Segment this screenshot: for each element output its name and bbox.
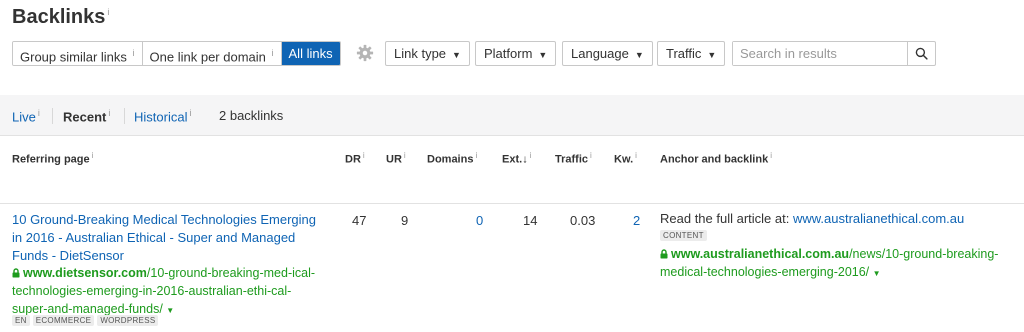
page-title-text: Backlinks: [12, 6, 106, 28]
anchor-link[interactable]: www.australianethical.com.au: [793, 211, 964, 226]
referring-domain: www.dietsensor.com: [23, 266, 147, 280]
caret-down-icon: ▼: [634, 50, 644, 60]
info-icon[interactable]: i: [363, 151, 365, 160]
cell-dr: 47: [352, 213, 367, 228]
info-icon[interactable]: i: [189, 108, 191, 118]
info-icon[interactable]: i: [475, 151, 477, 160]
cell-ext: 14: [523, 213, 538, 228]
info-icon[interactable]: i: [133, 48, 135, 58]
info-icon[interactable]: i: [770, 151, 772, 160]
info-icon[interactable]: i: [635, 151, 637, 160]
column-header-domains[interactable]: Domains i: [427, 151, 477, 166]
info-icon[interactable]: i: [530, 151, 532, 160]
column-header-traffic[interactable]: Traffic i: [555, 151, 592, 166]
column-label: Referring page: [12, 153, 90, 166]
traffic-label: Traffic: [666, 46, 702, 61]
language-label: Language: [571, 46, 629, 61]
tab-live-label: Live: [12, 109, 36, 125]
info-icon[interactable]: i: [590, 151, 592, 160]
caret-down-icon: ▼: [452, 50, 461, 60]
column-label: UR: [386, 153, 402, 166]
link-grouping-toggle: Group similar links i One link per domai…: [12, 41, 341, 66]
search-icon: [915, 47, 928, 60]
language-dropdown[interactable]: Language ▼: [562, 41, 653, 66]
referring-page-url-link[interactable]: www.dietsensor.com/10-ground-breaking-me…: [12, 264, 322, 320]
all-links-button[interactable]: All links: [281, 42, 340, 65]
caret-down-icon: ▼: [707, 50, 717, 60]
lock-icon: [12, 268, 20, 278]
page-tags: EN ECOMMERCE WORDPRESS: [12, 315, 159, 326]
tag-language: EN: [12, 315, 30, 326]
column-label: Domains: [427, 153, 474, 166]
info-icon[interactable]: i: [108, 108, 110, 118]
anchor-prefix: Read the full article at:: [660, 211, 793, 226]
lock-icon: [660, 249, 668, 259]
link-type-label: Link type: [394, 46, 447, 61]
column-header-anchor[interactable]: Anchor and backlink i: [660, 151, 772, 166]
cell-kw-link[interactable]: 2: [633, 213, 640, 228]
search-box: [732, 41, 936, 66]
backlink-url-link[interactable]: www.australianethical.com.au/news/10-gro…: [660, 245, 1020, 283]
group-similar-label: Group similar links: [20, 49, 127, 65]
page-title: Backlinks i: [12, 6, 109, 29]
gear-icon[interactable]: [356, 44, 374, 62]
tab-historical-label: Historical: [134, 109, 188, 125]
tab-recent-label: Recent: [63, 109, 107, 125]
traffic-dropdown[interactable]: Traffic ▼: [657, 41, 726, 66]
platform-dropdown[interactable]: Platform ▼: [475, 41, 557, 66]
tag-content: CONTENT: [660, 230, 707, 241]
column-header-ur[interactable]: UR i: [386, 151, 406, 166]
caret-down-icon: ▼: [538, 50, 548, 60]
column-label: Anchor and backlink: [660, 153, 769, 166]
platform-label: Platform: [484, 46, 533, 61]
anchor-text: Read the full article at: www.australian…: [660, 211, 964, 226]
info-icon[interactable]: i: [38, 108, 40, 118]
caret-down-icon[interactable]: ▼: [166, 306, 174, 315]
sort-descending-icon: ↓: [522, 153, 528, 166]
tab-divider: [52, 108, 53, 124]
search-button[interactable]: [907, 42, 935, 65]
search-input[interactable]: [733, 42, 907, 65]
column-label: Kw.: [614, 153, 634, 166]
cell-domains-link[interactable]: 0: [476, 213, 483, 228]
tab-divider: [124, 108, 125, 124]
backlinks-count: 2 backlinks: [219, 108, 284, 123]
tab-recent[interactable]: Recent i: [63, 108, 110, 124]
history-tabs-bar: Live i Recent i Historical i 2 backlinks: [0, 95, 1024, 136]
tab-live[interactable]: Live i: [12, 108, 40, 124]
group-similar-links-button[interactable]: Group similar links i: [13, 42, 143, 65]
info-icon[interactable]: i: [107, 7, 109, 17]
info-icon[interactable]: i: [272, 48, 274, 58]
column-label: Traffic: [555, 153, 589, 166]
tag-category: ECOMMERCE: [32, 315, 95, 326]
row-divider: [0, 203, 1024, 204]
column-label: Ext.: [502, 153, 523, 166]
column-header-dr[interactable]: DR i: [345, 151, 365, 166]
cell-ur: 9: [401, 213, 409, 228]
cell-traffic: 0.03: [570, 213, 596, 228]
tag-platform: WORDPRESS: [97, 315, 159, 326]
backlink-domain: www.australianethical.com.au: [671, 247, 850, 261]
caret-down-icon[interactable]: ▼: [873, 269, 881, 278]
tab-historical[interactable]: Historical i: [134, 108, 191, 124]
one-per-domain-label: One link per domain: [149, 49, 266, 65]
column-label: DR: [345, 153, 361, 166]
referring-page-title-link[interactable]: 10 Ground-Breaking Medical Technologies …: [12, 211, 322, 265]
column-header-kw[interactable]: Kw. i: [614, 151, 637, 166]
column-header-referring-page[interactable]: Referring page i: [12, 151, 93, 166]
column-header-ext[interactable]: Ext.↓ i: [502, 151, 531, 166]
link-type-dropdown[interactable]: Link type ▼: [385, 41, 470, 66]
info-icon[interactable]: i: [404, 151, 406, 160]
one-link-per-domain-button[interactable]: One link per domain i: [142, 42, 282, 65]
info-icon[interactable]: i: [92, 151, 94, 160]
